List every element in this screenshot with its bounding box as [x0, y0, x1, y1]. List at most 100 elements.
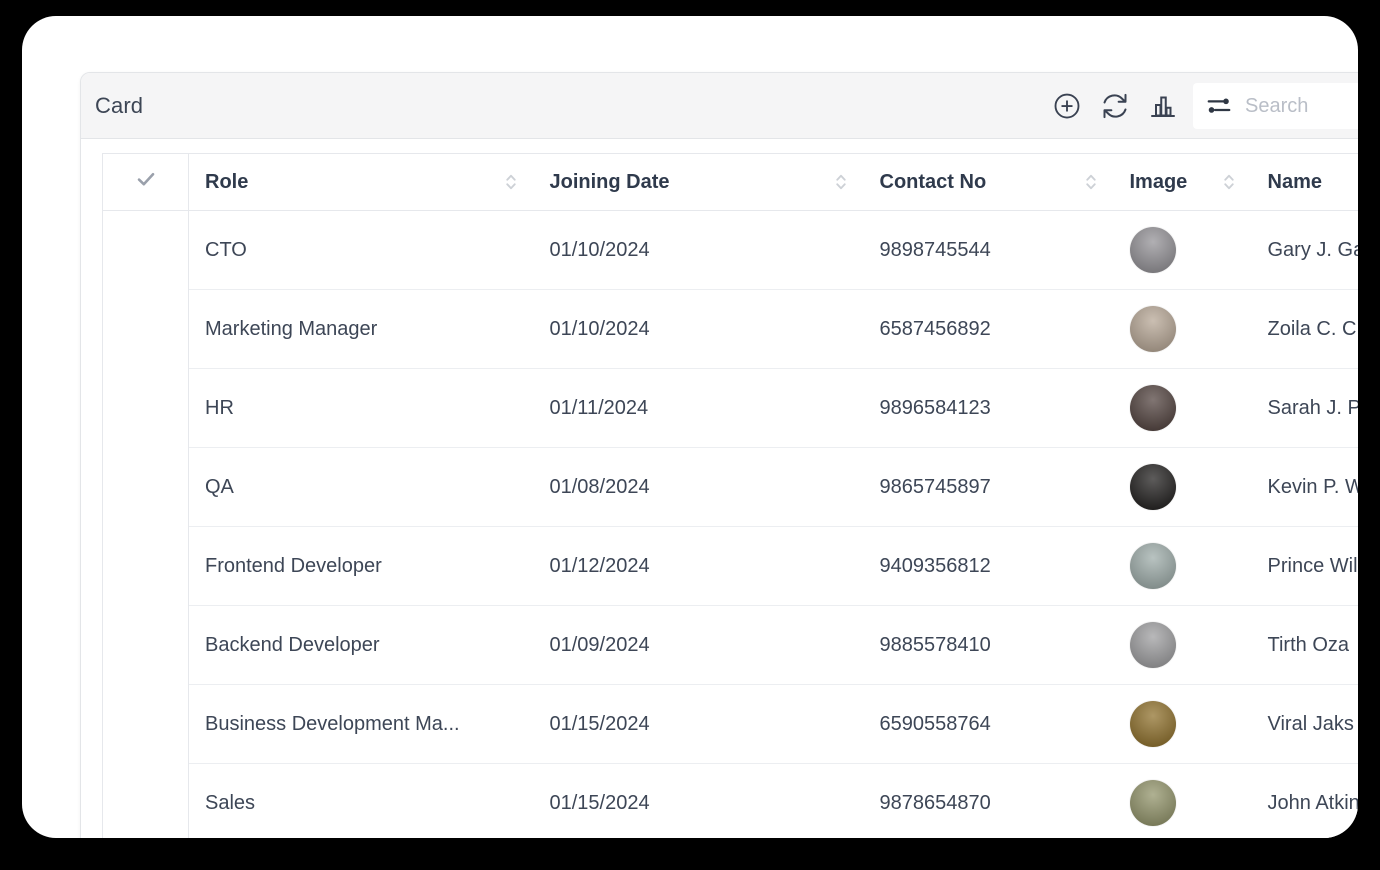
search-input[interactable]	[1245, 94, 1358, 118]
column-header-joining-date[interactable]: Joining Date	[533, 153, 864, 211]
cell-image	[1113, 210, 1252, 290]
filter-sliders-icon[interactable]	[1205, 92, 1233, 120]
avatar	[1129, 464, 1176, 510]
cell-role: Marketing Manager	[188, 289, 534, 369]
cell-role: Sales	[188, 763, 534, 838]
column-header-name[interactable]: Name	[1251, 153, 1358, 211]
sort-icon[interactable]	[1222, 172, 1236, 192]
row-select-cell[interactable]	[102, 289, 189, 369]
cell-role: HR	[188, 368, 534, 448]
table-row[interactable]: Marketing Manager 01/10/2024 6587456892 Zoi…	[102, 289, 1358, 369]
column-label-role: Role	[205, 170, 249, 193]
row-select-cell[interactable]	[102, 684, 189, 764]
add-record-button[interactable]	[1043, 82, 1091, 130]
cell-name: Viral Jaks	[1251, 684, 1358, 764]
card-header: Card	[81, 73, 1358, 139]
sort-icon[interactable]	[1084, 172, 1098, 192]
column-label-image: Image	[1129, 170, 1188, 193]
row-select-cell[interactable]	[102, 210, 189, 290]
page-surface: Card Search Role Joining Date Contact No…	[22, 16, 1358, 838]
avatar	[1129, 701, 1176, 747]
cell-date: 01/12/2024	[533, 526, 864, 606]
cell-name: Sarah J. P	[1251, 368, 1358, 448]
cell-image	[1113, 526, 1252, 606]
cell-role: Business Development Ma...	[188, 684, 534, 764]
table-row[interactable]: CTO 01/10/2024 9898745544 Gary J. Ga	[102, 210, 1358, 290]
cell-phone: 9878654870	[863, 763, 1114, 838]
table-body: CTO 01/10/2024 9898745544 Gary J. Ga Marketi…	[102, 210, 1358, 838]
row-select-cell[interactable]	[102, 605, 189, 685]
column-header-role[interactable]: Role	[188, 153, 534, 211]
cell-phone: 6587456892	[863, 289, 1114, 369]
cell-phone: 9896584123	[863, 368, 1114, 448]
table-row[interactable]: Sales 01/15/2024 9878654870 John Atkin	[102, 763, 1358, 838]
sort-icon[interactable]	[834, 172, 848, 192]
sort-icon[interactable]	[504, 172, 518, 192]
cell-date: 01/09/2024	[533, 605, 864, 685]
chart-button[interactable]	[1139, 82, 1187, 130]
avatar	[1129, 622, 1176, 668]
cell-date: 01/10/2024	[533, 210, 864, 290]
cell-role: CTO	[188, 210, 534, 290]
cell-role: QA	[188, 447, 534, 527]
table-header-row: Role Joining Date Contact No Image Name	[102, 153, 1358, 211]
cell-date: 01/15/2024	[533, 684, 864, 764]
cell-phone: 9898745544	[863, 210, 1114, 290]
page-title: Card	[95, 92, 144, 118]
row-select-cell[interactable]	[102, 763, 189, 838]
avatar	[1129, 543, 1176, 589]
cell-image	[1113, 368, 1252, 448]
cell-name: Kevin P. W	[1251, 447, 1358, 527]
plus-circle-icon	[1054, 93, 1080, 119]
table-container: Role Joining Date Contact No Image Name …	[81, 139, 1358, 838]
bar-chart-icon	[1151, 96, 1175, 117]
cell-date: 01/08/2024	[533, 447, 864, 527]
records-table: Role Joining Date Contact No Image Name …	[102, 153, 1358, 838]
card-toolbar	[1043, 73, 1358, 139]
avatar	[1129, 306, 1176, 352]
avatar	[1129, 385, 1176, 431]
column-label-contact-no: Contact No	[879, 170, 987, 193]
table-row[interactable]: HR 01/11/2024 9896584123 Sarah J. P	[102, 368, 1358, 448]
avatar	[1129, 780, 1176, 827]
cell-image	[1113, 447, 1252, 527]
column-header-image[interactable]: Image	[1113, 153, 1252, 211]
select-all-header[interactable]	[102, 153, 189, 211]
cell-phone: 9885578410	[863, 605, 1114, 685]
cell-phone: 6590558764	[863, 684, 1114, 764]
refresh-button[interactable]	[1091, 82, 1139, 130]
cell-image	[1113, 763, 1252, 838]
cell-name: Prince Wil	[1251, 526, 1358, 606]
outer-frame: Card Search Role Joining Date Contact No…	[0, 0, 1380, 870]
search-box[interactable]	[1193, 83, 1358, 129]
cell-name: John Atkin	[1251, 763, 1358, 838]
cell-image	[1113, 605, 1252, 685]
cell-name: Gary J. Ga	[1251, 210, 1358, 290]
cell-image	[1113, 289, 1252, 369]
refresh-icon	[1103, 93, 1127, 119]
column-label-joining-date: Joining Date	[549, 170, 670, 193]
table-head: Role Joining Date Contact No Image Name	[102, 153, 1358, 211]
cell-role: Backend Developer	[188, 605, 534, 685]
avatar	[1129, 227, 1176, 273]
cell-role: Frontend Developer	[188, 526, 534, 606]
row-select-cell[interactable]	[102, 526, 189, 606]
table-row[interactable]: QA 01/08/2024 9865745897 Kevin P. W	[102, 447, 1358, 527]
cell-name: Zoila C. C	[1251, 289, 1358, 369]
column-label-name: Name	[1267, 170, 1322, 193]
cell-phone: 9409356812	[863, 526, 1114, 606]
table-row[interactable]: Frontend Developer 01/12/2024 9409356812 Pr…	[102, 526, 1358, 606]
table-row[interactable]: Backend Developer 01/09/2024 9885578410 Tir…	[102, 605, 1358, 685]
cell-image	[1113, 684, 1252, 764]
cell-date: 01/11/2024	[533, 368, 864, 448]
table-row[interactable]: Business Development Ma... 01/15/2024 6590…	[102, 684, 1358, 764]
cell-date: 01/10/2024	[533, 289, 864, 369]
card-panel: Card Search Role Joining Date Contact No…	[80, 72, 1358, 838]
column-header-contact-no[interactable]: Contact No	[863, 153, 1114, 211]
row-select-cell[interactable]	[102, 447, 189, 527]
check-icon	[137, 172, 154, 186]
cell-phone: 9865745897	[863, 447, 1114, 527]
row-select-cell[interactable]	[102, 368, 189, 448]
cell-name: Tirth Oza	[1251, 605, 1358, 685]
cell-date: 01/15/2024	[533, 763, 864, 838]
